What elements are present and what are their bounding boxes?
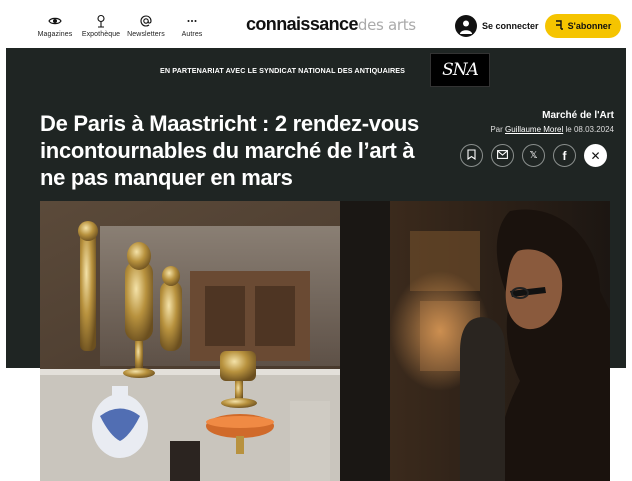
top-navigation: Magazines Expothèque Newsletters Autres …	[0, 0, 632, 48]
close-button[interactable]: ✕	[584, 144, 607, 167]
article-category[interactable]: Marché de l'Art	[542, 110, 614, 121]
x-share-button[interactable]: 𝕏	[522, 144, 545, 167]
article-date: 08.03.2024	[573, 125, 614, 134]
email-icon	[497, 149, 508, 162]
site-logo[interactable]: connaissancedes arts	[246, 14, 416, 35]
email-share-button[interactable]	[491, 144, 514, 167]
article-title: De Paris à Maastricht : 2 rendez-vous in…	[40, 111, 419, 190]
bookmark-icon	[467, 148, 476, 163]
user-icon	[455, 15, 477, 37]
sna-logo[interactable]: SNA	[430, 53, 490, 87]
byline-prefix: Par	[490, 125, 503, 134]
login-label: Se connecter	[482, 21, 539, 31]
nav-item-label: Autres	[181, 31, 203, 38]
subscribe-icon	[555, 17, 564, 35]
logo-des: des	[357, 16, 384, 34]
subscribe-button[interactable]: S'abonner	[545, 14, 621, 38]
bookmark-button[interactable]	[460, 144, 483, 167]
close-icon: ✕	[590, 148, 601, 163]
share-bar: 𝕏 f ✕	[460, 144, 607, 167]
login-button[interactable]: Se connecter	[455, 15, 539, 37]
vitrine-photo-illustration	[40, 201, 610, 481]
subscribe-label: S'abonner	[567, 21, 612, 31]
facebook-share-button[interactable]: f	[553, 144, 576, 167]
partner-text: EN PARTENARIAT AVEC LE SYNDICAT NATIONAL…	[160, 66, 406, 75]
logo-main: connaissance	[246, 14, 358, 34]
facebook-icon: f	[562, 148, 567, 163]
more-dots-icon	[165, 14, 219, 28]
x-twitter-icon: 𝕏	[529, 150, 538, 161]
article-byline: Par Guillaume Morel le 08.03.2024	[490, 125, 614, 134]
sna-logo-text: SNA	[442, 60, 479, 80]
partner-banner: EN PARTENARIAT AVEC LE SYNDICAT NATIONAL…	[6, 48, 626, 90]
logo-arts: arts	[387, 16, 416, 34]
author-link[interactable]: Guillaume Morel	[505, 125, 563, 134]
nav-item-autres[interactable]: Autres	[165, 14, 219, 38]
article-hero-image	[40, 201, 610, 481]
date-prefix: le	[565, 125, 572, 134]
